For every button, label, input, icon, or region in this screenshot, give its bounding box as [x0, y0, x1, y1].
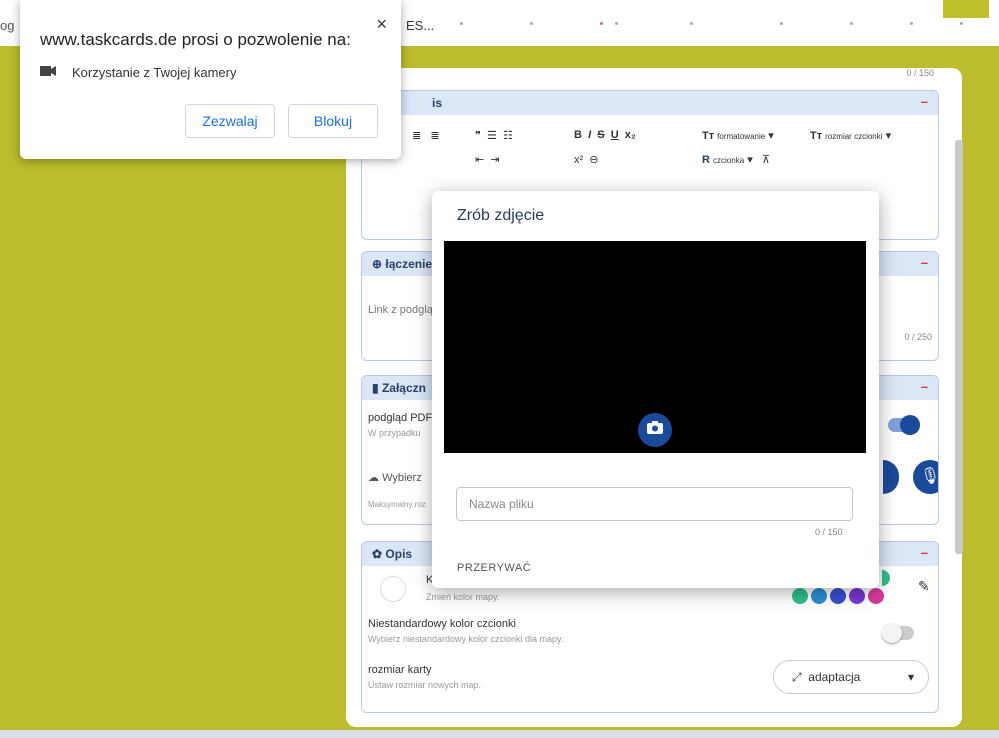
permission-popup: www.taskcards.de prosi o pozwolenie na: … [20, 0, 401, 159]
color-preview[interactable] [380, 576, 406, 602]
dot [460, 22, 463, 25]
dot [690, 22, 693, 25]
toggle-knob [882, 623, 902, 643]
dot [910, 22, 913, 25]
color-swatch-partial[interactable] [882, 570, 890, 586]
scrollbar[interactable] [955, 140, 963, 554]
globe-icon: ⊕ [372, 257, 383, 271]
color-swatch[interactable] [792, 588, 808, 604]
close-icon[interactable]: × [376, 14, 387, 35]
card-size-label: rozmiar karty [368, 664, 432, 676]
take-photo-dialog: Zrób zdjęcie Nazwa pliku 0 / 150 PRZERYW… [432, 191, 879, 588]
dot [600, 22, 603, 25]
font-color-label: Niestandardowy kolor czcionki [368, 618, 516, 630]
color-swatch[interactable] [868, 588, 884, 604]
filename-input[interactable]: Nazwa pliku [456, 487, 853, 521]
color-swatch[interactable] [849, 588, 865, 604]
microphone-icon[interactable]: 🎙 [913, 460, 938, 494]
section-header[interactable]: is – [362, 91, 938, 115]
extension-badge[interactable] [943, 0, 989, 18]
dot [530, 22, 533, 25]
permission-request-text: Korzystanie z Twojej kamery [72, 65, 237, 80]
link-input[interactable]: Link z podglą [368, 304, 433, 316]
card-size-select[interactable]: ⤢ adaptacja ▾ [773, 660, 929, 694]
formatting-dropdown[interactable]: Tт formatowanie ▾ [702, 129, 774, 142]
card-size-value: adaptacja [808, 670, 861, 684]
file-icon: ▮ [372, 381, 379, 395]
taskbar-strip [0, 730, 999, 738]
font-color-sub: Wybierz niestandardowy kolor czcionki dl… [368, 634, 564, 644]
section-title: łączenie [385, 257, 433, 271]
block-button[interactable]: Blokuj [288, 104, 378, 138]
top-counter: 0 / 150 [906, 68, 934, 78]
cancel-button[interactable]: PRZERYWAĆ [457, 562, 531, 574]
tab-fragment: og [0, 18, 15, 33]
toggle-knob [900, 415, 920, 435]
font-size-dropdown[interactable]: Tт rozmiar czcionki ▾ [810, 129, 891, 142]
font-dropdown[interactable]: R czcionka ▾ ⊼ [702, 153, 770, 166]
font-color-toggle[interactable] [882, 623, 914, 643]
quote-list-icons[interactable]: ❞ ☰ ☷ [475, 129, 513, 142]
superscript-link-icons[interactable]: x² ⊖ [574, 153, 599, 166]
formatting-label: formatowanie [717, 132, 766, 141]
collapse-icon[interactable]: – [921, 379, 928, 394]
pdf-preview-sub: W przypadku [368, 428, 421, 438]
allow-button[interactable]: Zezwalaj [185, 104, 275, 138]
max-size-note: Maksymalny roz [368, 500, 426, 509]
card-size-sub: Ustaw rozmiar nowych map. [368, 680, 482, 690]
color-swatch[interactable] [830, 588, 846, 604]
section-title: Opis [385, 547, 413, 561]
section-title: Załączn [381, 381, 426, 395]
upload-label: Wybierz [382, 472, 422, 484]
color-sub: Zmień kolor mapy. [426, 592, 500, 602]
dot [960, 22, 963, 25]
dialog-title: Zrób zdjęcie [457, 207, 545, 224]
pdf-preview-label: podgląd PDF [368, 412, 433, 424]
section-title: is [432, 96, 443, 110]
color-palette[interactable] [792, 588, 887, 609]
indent-icons[interactable]: ⇤ ⇥ [475, 153, 500, 166]
collapse-icon[interactable]: – [921, 545, 928, 560]
link-counter: 0 / 250 [904, 332, 932, 342]
palette-icon: ✿ [372, 547, 383, 561]
eyedropper-icon[interactable]: ✎ [918, 578, 930, 595]
permission-request: Korzystanie z Twojej kamery [40, 65, 237, 80]
camera-button-edge[interactable] [883, 460, 899, 494]
color-swatch[interactable] [811, 588, 827, 604]
collapse-icon[interactable]: – [921, 255, 928, 270]
expand-icon: ⤢ [792, 670, 802, 684]
camera-preview [444, 241, 866, 453]
upload-button[interactable]: ☁ Wybierz [368, 471, 422, 484]
tab-title[interactable]: ES... [406, 18, 434, 33]
align-icons[interactable]: ≣ ≣ [412, 129, 440, 142]
dot [615, 22, 618, 25]
format-icons[interactable]: B I S U x₂ [574, 129, 636, 141]
font-label: czcionka [713, 156, 745, 165]
video-camera-icon [40, 65, 56, 80]
chevron-down-icon: ▾ [907, 670, 914, 684]
dot [850, 22, 853, 25]
capture-button[interactable] [638, 413, 672, 447]
collapse-icon[interactable]: – [921, 94, 928, 109]
filename-counter: 0 / 150 [815, 527, 843, 537]
camera-icon [647, 421, 663, 439]
permission-title: www.taskcards.de prosi o pozwolenie na: [40, 30, 351, 49]
pdf-preview-toggle[interactable] [888, 415, 920, 435]
font-size-label: rozmiar czcionki [825, 132, 883, 141]
dot [780, 22, 783, 25]
cloud-upload-icon: ☁ [368, 472, 379, 484]
